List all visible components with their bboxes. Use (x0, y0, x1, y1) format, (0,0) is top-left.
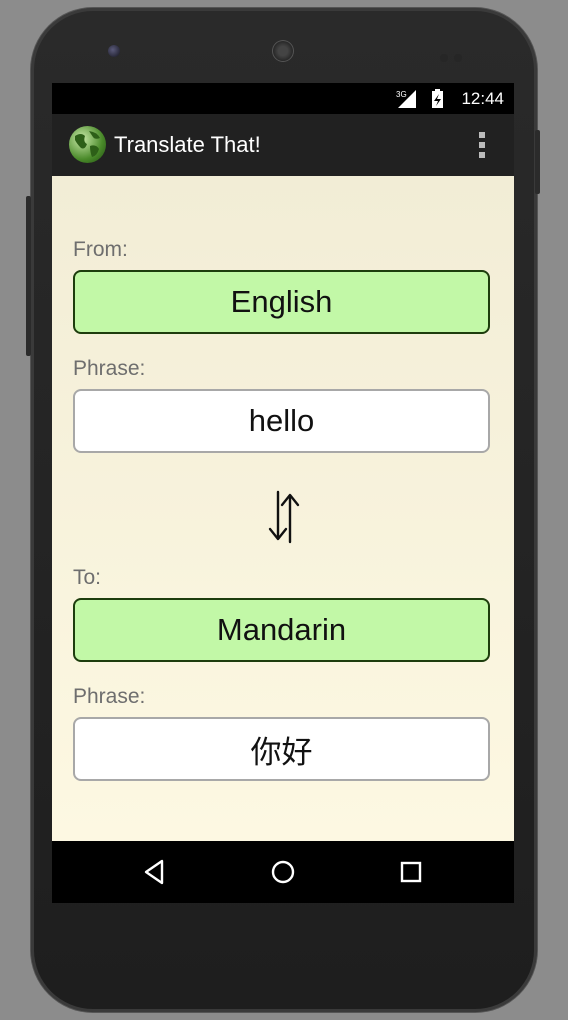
proximity-sensor (440, 54, 448, 62)
to-phrase-output[interactable]: 你好 (73, 717, 490, 781)
action-bar: Translate That! (52, 114, 514, 176)
recents-icon[interactable] (394, 855, 428, 889)
back-icon[interactable] (138, 855, 172, 889)
svg-text:3G: 3G (396, 90, 407, 99)
swap-arrows-icon[interactable] (264, 489, 304, 545)
from-label: From: (73, 238, 128, 261)
status-bar: 3G 12:44 (52, 83, 514, 114)
power-button (535, 130, 540, 194)
home-icon[interactable] (266, 855, 300, 889)
earpiece-speaker (272, 40, 294, 62)
navigation-bar (52, 841, 514, 903)
status-icons: 3G (396, 89, 448, 109)
front-camera (108, 45, 120, 57)
device-screen: 3G 12:44 Translate That! From: English P… (52, 83, 514, 903)
overflow-menu-icon[interactable] (478, 132, 486, 158)
signal-icon: 3G (396, 89, 443, 108)
to-phrase-label: Phrase: (73, 685, 146, 708)
volume-button (26, 196, 31, 356)
translate-form: From: English Phrase: hello To: Mandarin… (52, 176, 514, 841)
to-label: To: (73, 566, 102, 589)
from-language-selector[interactable]: English (73, 270, 490, 334)
app-title: Translate That! (114, 132, 261, 157)
globe-icon (69, 126, 106, 163)
status-time: 12:44 (461, 89, 504, 108)
to-language-selector[interactable]: Mandarin (73, 598, 490, 662)
light-sensor (454, 54, 462, 62)
from-phrase-label: Phrase: (73, 357, 146, 380)
from-phrase-input[interactable]: hello (73, 389, 490, 453)
